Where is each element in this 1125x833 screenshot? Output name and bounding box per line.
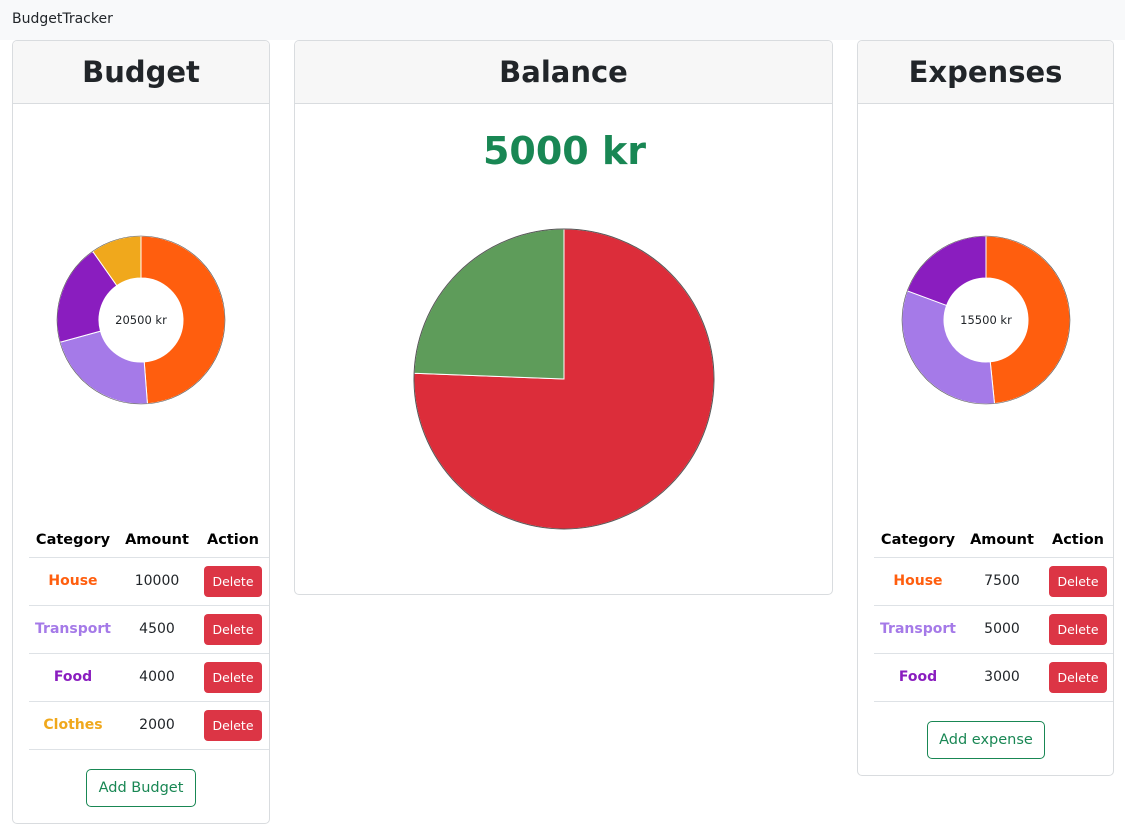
action-cell: Delete bbox=[197, 605, 269, 654]
balance-amount: 5000 kr bbox=[482, 129, 646, 173]
table-row: Clothes 2000 Delete bbox=[29, 701, 269, 750]
delete-button[interactable]: Delete bbox=[1049, 613, 1107, 645]
budget-title: Budget bbox=[82, 55, 200, 89]
column-header-amount: Amount bbox=[117, 524, 197, 558]
delete-button[interactable]: Delete bbox=[204, 661, 262, 693]
budget-total-label: 20500 kr bbox=[115, 313, 167, 327]
expenses-card-header: Expenses bbox=[858, 41, 1113, 104]
budget-card: Budget 20500 kr Category Amount Action H… bbox=[12, 40, 270, 824]
balance-pie-slice-balance[interactable] bbox=[413, 228, 565, 380]
table-row: Food 3000 Delete bbox=[874, 653, 1113, 702]
navbar-brand[interactable]: BudgetTracker bbox=[12, 11, 113, 27]
navbar: BudgetTracker bbox=[0, 0, 1125, 40]
add-expense-button[interactable]: Add expense bbox=[927, 721, 1045, 759]
category-food: Food bbox=[29, 653, 117, 702]
expenses-card: Expenses 15500 kr Category Amount Action… bbox=[857, 40, 1114, 776]
category-house: House bbox=[29, 557, 117, 606]
expenses-table-header-row: Category Amount Action bbox=[874, 524, 1113, 558]
balance-card: Balance 5000 kr bbox=[294, 40, 833, 595]
category-transport: Transport bbox=[874, 605, 962, 654]
table-row: House 7500 Delete bbox=[874, 557, 1113, 606]
amount-cell: 3000 bbox=[962, 653, 1042, 702]
category-house: House bbox=[874, 557, 962, 606]
action-cell: Delete bbox=[197, 701, 269, 750]
amount-cell: 10000 bbox=[117, 557, 197, 606]
delete-button[interactable]: Delete bbox=[1049, 661, 1107, 693]
category-food: Food bbox=[874, 653, 962, 702]
expenses-total-label: 15500 kr bbox=[960, 313, 1012, 327]
action-cell: Delete bbox=[197, 557, 269, 606]
action-cell: Delete bbox=[197, 653, 269, 702]
table-row: Food 4000 Delete bbox=[29, 653, 269, 702]
column-header-category: Category bbox=[29, 524, 117, 558]
balance-pie-chart bbox=[413, 228, 715, 530]
delete-button[interactable]: Delete bbox=[204, 709, 262, 741]
table-row: Transport 4500 Delete bbox=[29, 605, 269, 654]
balance-card-header: Balance bbox=[295, 41, 832, 104]
column-header-amount: Amount bbox=[962, 524, 1042, 558]
table-row: House 10000 Delete bbox=[29, 557, 269, 606]
delete-button[interactable]: Delete bbox=[204, 565, 262, 597]
category-clothes: Clothes bbox=[29, 701, 117, 750]
action-cell: Delete bbox=[1042, 653, 1113, 702]
column-header-category: Category bbox=[874, 524, 962, 558]
budget-card-header: Budget bbox=[13, 41, 269, 104]
amount-cell: 4000 bbox=[117, 653, 197, 702]
column-header-action: Action bbox=[197, 524, 269, 558]
amount-cell: 7500 bbox=[962, 557, 1042, 606]
budget-table: Category Amount Action House 10000 Delet… bbox=[29, 524, 269, 750]
balance-title: Balance bbox=[499, 55, 628, 89]
expenses-table: Category Amount Action House 7500 Delete… bbox=[874, 524, 1113, 702]
delete-button[interactable]: Delete bbox=[1049, 565, 1107, 597]
budget-table-header-row: Category Amount Action bbox=[29, 524, 269, 558]
action-cell: Delete bbox=[1042, 557, 1113, 606]
category-transport: Transport bbox=[29, 605, 117, 654]
table-row: Transport 5000 Delete bbox=[874, 605, 1113, 654]
action-cell: Delete bbox=[1042, 605, 1113, 654]
expenses-donut-chart: 15500 kr bbox=[901, 235, 1071, 405]
add-budget-button[interactable]: Add Budget bbox=[86, 769, 196, 807]
column-header-action: Action bbox=[1042, 524, 1113, 558]
amount-cell: 4500 bbox=[117, 605, 197, 654]
delete-button[interactable]: Delete bbox=[204, 613, 262, 645]
amount-cell: 2000 bbox=[117, 701, 197, 750]
budget-donut-chart: 20500 kr bbox=[56, 235, 226, 405]
expenses-title: Expenses bbox=[908, 55, 1063, 89]
amount-cell: 5000 bbox=[962, 605, 1042, 654]
